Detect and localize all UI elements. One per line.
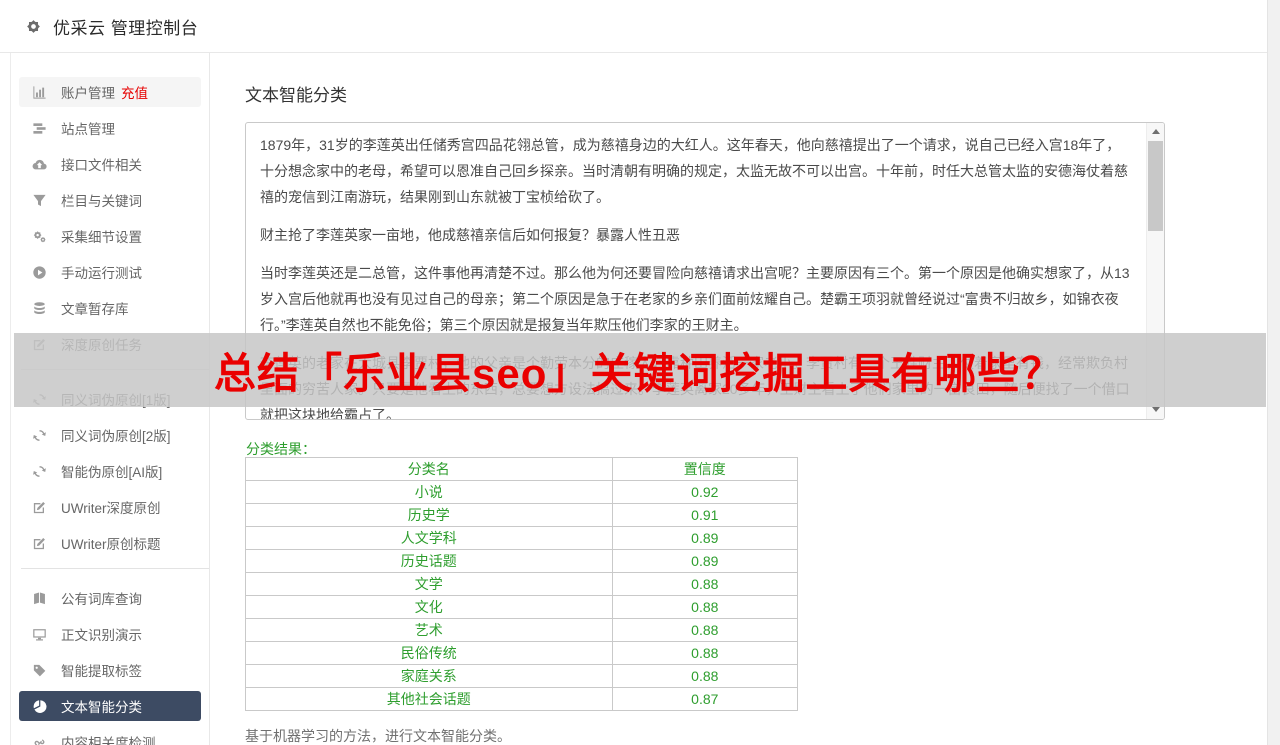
textarea-paragraph: 财主抢了李莲英家一亩地，他成慈禧亲信后如何报复？暴露人性丑恶 [260,227,680,243]
sidebar-item-article-staging[interactable]: 文章暂存库 [19,293,201,323]
sidebar-item-uwriter-deep-original[interactable]: UWriter深度原创 [19,492,201,522]
table-cell: 文化 [245,595,613,619]
table-cell: 0.88 [611,664,799,688]
table-cell: 0.89 [611,526,799,550]
table-cell: 小说 [245,480,613,504]
table-cell: 0.89 [611,549,799,573]
link-icon [31,734,48,745]
sidebar-item-content-recognition-demo[interactable]: 正文识别演示 [19,619,201,649]
filter-icon [31,192,48,209]
table-row: 民俗传统 0.88 [245,641,799,665]
table-cell: 文学 [245,572,613,596]
table-row: 人文学科 0.89 [245,526,799,550]
table-row: 文化 0.88 [245,595,799,619]
edit-icon [31,499,48,516]
gears-icon [31,228,48,245]
table-row: 艺术 0.88 [245,618,799,642]
table-row: 历史话题 0.89 [245,549,799,573]
edit-icon [31,535,48,552]
watermark-text: 总结「乐业县seo」关键词挖掘工具有哪些？ [214,349,1064,397]
footer-note: 基于机器学习的方法，进行文本智能分类。 [245,728,511,744]
table-row: 文学 0.88 [245,572,799,596]
app-title: 优采云 管理控制台 [53,18,199,38]
sidebar-item-columns-keywords[interactable]: 栏目与关键词 [19,185,201,215]
table-row: 家庭关系 0.88 [245,664,799,688]
table-cell: 人文学科 [245,526,613,550]
sidebar-item-account-management[interactable]: 账户管理 充值 [19,77,201,107]
refresh-icon [31,427,48,444]
sidebar-item-manual-run-test[interactable]: 手动运行测试 [19,257,201,287]
sidebar-item-label: 采集细节设置 [61,230,142,245]
result-label: 分类结果： [246,441,316,457]
sidebar-item-label: 栏目与关键词 [61,194,142,209]
table-cell: 其他社会话题 [245,687,613,711]
sidebar-item-smart-tag-extraction[interactable]: 智能提取标签 [19,655,201,685]
sidebar-item-label: 同义词伪原创[2版] [61,429,171,444]
sidebar-item-label: 内容相关度检测 [61,736,156,745]
settings-gear-icon[interactable] [24,17,43,36]
sidebar-item-label: 手动运行测试 [61,266,142,281]
tag-icon [31,662,48,679]
classification-table: 分类名 置信度 小说 0.92 历史学 0.91 人文学科 0.89 历史话题 0.89 文学 0.… [245,457,799,711]
pie-chart-icon [31,698,48,715]
table-cell: 0.92 [611,480,799,504]
table-cell: 家庭关系 [245,664,613,688]
bar-chart-icon [31,84,48,101]
sidebar-item-label: 账户管理 [61,86,115,101]
book-icon [31,590,48,607]
sidebar-item-label: 智能伪原创[AI版] [61,465,163,480]
textarea-paragraph: 1879年，31岁的李莲英出任储秀宫四品花翎总管，成为慈禧身边的大红人。这年春天… [260,137,1128,205]
play-circle-icon [31,264,48,281]
recharge-badge[interactable]: 充值 [121,82,148,102]
table-cell: 艺术 [245,618,613,642]
table-cell: 0.91 [611,503,799,527]
site-list-icon [31,120,48,137]
page-title: 文本智能分类 [245,86,347,105]
table-row: 历史学 0.91 [245,503,799,527]
sidebar-item-label: 文章暂存库 [61,302,129,317]
table-cell: 民俗传统 [245,641,613,665]
sidebar-item-content-relevance-check[interactable]: 内容相关度检测 [19,727,201,745]
table-cell: 历史话题 [245,549,613,573]
monitor-icon [31,626,48,643]
table-cell: 0.88 [611,641,799,665]
table-row: 小说 0.92 [245,480,799,504]
scrollbar-up-icon[interactable] [1147,123,1164,139]
sidebar-item-label: UWriter深度原创 [61,501,161,516]
sidebar-item-public-thesaurus-query[interactable]: 公有词库查询 [19,583,201,613]
table-cell: 0.87 [611,687,799,711]
app-window: 优采云 管理控制台 账户管理 充值 站点管理 接口文件相关 栏目与关键词 采集细… [0,0,1280,745]
cloud-upload-icon [31,156,48,173]
table-cell: 历史学 [245,503,613,527]
table-cell: 0.88 [611,618,799,642]
sidebar-item-uwriter-original-title[interactable]: UWriter原创标题 [19,528,201,558]
database-icon [31,300,48,317]
sidebar-item-label: 正文识别演示 [61,628,142,643]
page-scrollbar[interactable] [1267,0,1280,745]
sidebar-item-site-management[interactable]: 站点管理 [19,113,201,143]
sidebar-item-label: 公有词库查询 [61,592,142,607]
sidebar-item-synonym-rewrite-v2[interactable]: 同义词伪原创[2版] [19,420,201,450]
textarea-paragraph: 当时李莲英还是二总管，这件事他再清楚不过。那么他为何还要冒险向慈禧请求出宫呢？主… [260,265,1130,333]
sidebar-item-label: 接口文件相关 [61,158,142,173]
table-cell: 0.88 [611,572,799,596]
sidebar-item-interface-files[interactable]: 接口文件相关 [19,149,201,179]
watermark-overlay: 总结「乐业县seo」关键词挖掘工具有哪些？ [14,333,1266,407]
sidebar-item-label: 站点管理 [61,122,115,137]
sidebar-item-collection-settings[interactable]: 采集细节设置 [19,221,201,251]
table-header-cell: 置信度 [611,457,799,481]
sidebar-item-text-classification[interactable]: 文本智能分类 [19,691,201,721]
sidebar-item-label: UWriter原创标题 [61,537,161,552]
sidebar-item-ai-rewrite[interactable]: 智能伪原创[AI版] [19,456,201,486]
header-bar: 优采云 管理控制台 [0,0,1268,53]
table-row: 其他社会话题 0.87 [245,687,799,711]
table-header-cell: 分类名 [245,457,613,481]
sidebar-item-label: 智能提取标签 [61,664,142,679]
sidebar-item-label: 文本智能分类 [61,700,142,715]
refresh-icon [31,463,48,480]
table-cell: 0.88 [611,595,799,619]
sidebar-divider [21,568,209,569]
scrollbar-thumb[interactable] [1148,141,1163,231]
